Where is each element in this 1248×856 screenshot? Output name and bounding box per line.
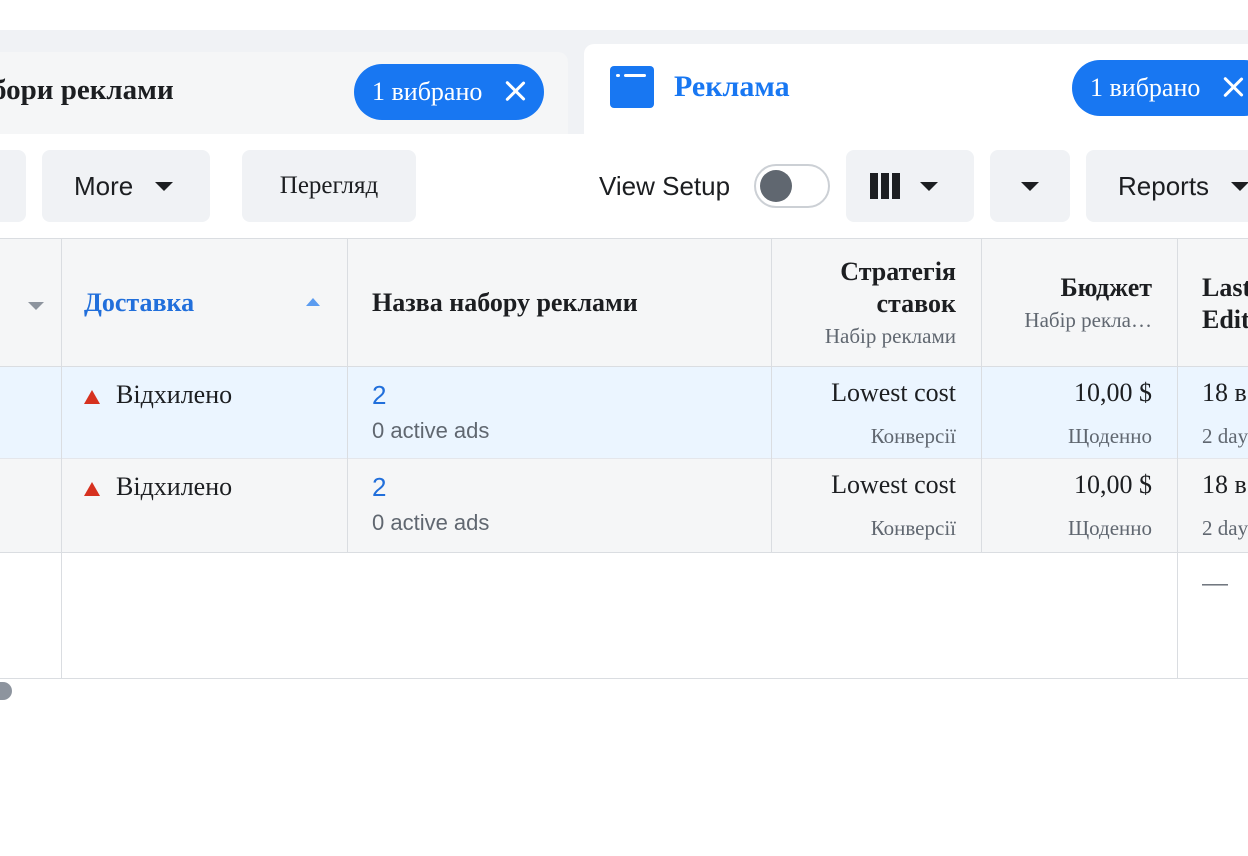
column-header-bid-strategy[interactable]: Стратегія ставок Набір реклами (772, 256, 956, 352)
toolbar: More Перегляд View Setup Reports (0, 134, 1248, 238)
tab-ad-sets[interactable]: бори реклами 1 вибрано (0, 52, 568, 134)
tab-ads[interactable]: Реклама 1 вибрано (584, 44, 1248, 136)
column-header-last-edit[interactable]: Last Edit (1202, 272, 1248, 336)
chevron-down-icon (1021, 181, 1039, 191)
column-header-last-edit-line1: Last (1202, 273, 1248, 302)
clear-selection-icon[interactable] (1220, 74, 1246, 100)
delivery-status: Відхилено (116, 472, 233, 501)
ad-icon (610, 66, 654, 108)
horizontal-scrollbar-thumb[interactable] (0, 682, 12, 700)
budget-period: Щоденно (1067, 516, 1152, 540)
ad-set-name-link[interactable]: 2 (372, 472, 386, 503)
clear-selection-icon[interactable] (502, 78, 528, 104)
more-label: More (74, 170, 134, 201)
column-header-last-edit-line2: Edit (1202, 305, 1248, 334)
budget-value: 10,00 $ (1074, 470, 1152, 499)
column-subheader-bid-strategy: Набір реклами (824, 324, 956, 348)
rejected-warning-icon (84, 482, 100, 496)
browser-top-strip (0, 0, 1248, 31)
chevron-down-icon (155, 181, 174, 191)
column-header-delivery[interactable]: Доставка (84, 288, 194, 318)
sort-ascending-icon[interactable] (306, 298, 320, 306)
columns-icon (870, 173, 900, 199)
last-edit-ago: 2 day (1202, 424, 1248, 448)
column-header-budget[interactable]: Бюджет Набір рекла… (982, 272, 1152, 336)
tab-ad-sets-title: бори реклами (0, 74, 174, 106)
column-header-ad-set-name[interactable]: Назва набору реклами (372, 288, 638, 318)
ads-selected-label: 1 вибрано (1090, 73, 1201, 102)
reports-button[interactable]: Reports (1086, 150, 1248, 222)
last-edit-value: 18 в (1202, 470, 1247, 499)
more-button[interactable]: More (42, 150, 210, 222)
reports-label: Reports (1118, 170, 1210, 201)
breakdown-button[interactable] (990, 150, 1070, 222)
bid-strategy-sub: Конверсії (870, 424, 956, 448)
view-setup-label: View Setup (599, 171, 731, 201)
active-ads-count: 0 active ads (372, 510, 490, 535)
column-header-bid-strategy-line1: Стратегія (840, 257, 956, 286)
ad-sets-selected-label: 1 вибрано (372, 77, 483, 106)
delivery-status: Відхилено (116, 380, 233, 409)
view-setup-toggle[interactable] (754, 164, 830, 208)
preview-label: Перегляд (279, 172, 379, 199)
tab-ads-title: Реклама (674, 70, 790, 103)
level-tab-bar: бори реклами 1 вибрано Реклама 1 вибрано (0, 30, 1248, 136)
bid-strategy-value: Lowest cost (831, 470, 956, 499)
bid-strategy-value: Lowest cost (831, 378, 956, 407)
column-subheader-budget: Набір рекла… (1024, 308, 1152, 332)
toolbar-button-cut[interactable] (0, 150, 26, 222)
preview-button[interactable]: Перегляд (242, 150, 416, 222)
column-header-budget-title: Бюджет (1060, 273, 1152, 302)
toggle-knob (760, 170, 792, 202)
chevron-down-icon (1231, 181, 1248, 191)
budget-value: 10,00 $ (1074, 378, 1152, 407)
columns-button[interactable] (846, 150, 974, 222)
ad-set-name-link[interactable]: 2 (372, 380, 386, 411)
column-header-bid-strategy-line2: ставок (876, 289, 956, 318)
chevron-down-icon (920, 181, 938, 191)
summary-last-edit: — (1202, 568, 1228, 597)
ads-selected-pill[interactable]: 1 вибрано (1072, 60, 1248, 116)
sort-chevron-icon[interactable] (28, 302, 44, 310)
last-edit-value: 18 в (1202, 378, 1247, 407)
rejected-warning-icon (84, 390, 100, 404)
active-ads-count: 0 active ads (372, 418, 490, 443)
budget-period: Щоденно (1067, 424, 1152, 448)
bid-strategy-sub: Конверсії (870, 516, 956, 540)
ad-sets-table: Доставка Назва набору реклами Стратегія … (0, 238, 1248, 680)
last-edit-ago: 2 day (1202, 516, 1248, 540)
ad-sets-selected-pill[interactable]: 1 вибрано (354, 64, 544, 120)
